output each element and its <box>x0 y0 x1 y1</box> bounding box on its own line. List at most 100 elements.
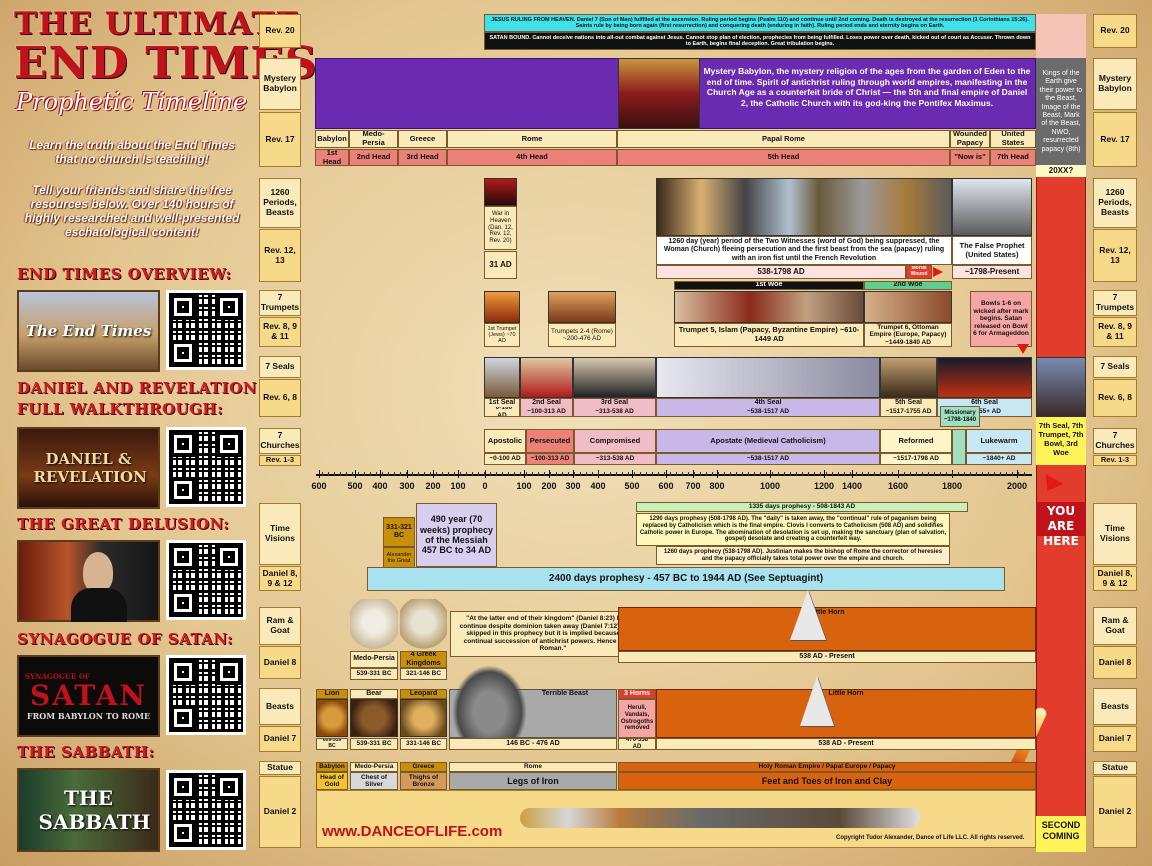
axis-minor-tick <box>892 472 893 476</box>
church-name: Reformed <box>880 429 952 453</box>
axis-minor-tick <box>364 472 365 476</box>
website-text[interactable]: www.DANCEOFLIFE.com <box>322 823 502 840</box>
axis-tick <box>355 470 356 478</box>
ram-medo-years: 539-331 BC <box>350 668 398 680</box>
weeks-490-box: 490 year (70 weeks) prophecy of the Mess… <box>416 503 497 567</box>
rev17-head-cell: 1st Head <box>315 149 349 166</box>
axis-minor-tick <box>976 472 977 476</box>
axis-minor-tick <box>328 472 329 476</box>
qr-code-daniel-revelation[interactable] <box>166 427 246 507</box>
label-seals: 7 Seals <box>259 356 301 378</box>
axis-minor-tick <box>370 472 371 476</box>
axis-minor-tick <box>466 472 467 476</box>
seal-image <box>880 357 937 398</box>
axis-minor-tick <box>496 472 497 476</box>
leopard-label: Leopard <box>400 689 447 699</box>
lion-label: Lion <box>316 689 348 699</box>
axis-minor-tick <box>574 472 575 476</box>
bear-years: 539-331 BC <box>350 738 398 750</box>
axis-minor-tick <box>646 472 647 476</box>
leopard-image <box>400 699 447 737</box>
horns3-label: 3 Horns <box>618 689 656 699</box>
label-dan2-right: Daniel 2 <box>1093 776 1137 848</box>
days-2400-bar: 2400 days prophesy - 457 BC to 1944 AD (… <box>367 567 1005 591</box>
axis-tick-label: 200 <box>541 481 557 491</box>
axis-minor-tick <box>988 472 989 476</box>
mystery-babylon-image <box>618 58 700 129</box>
rev17-head-cell: "Now is" <box>950 149 990 166</box>
church-date: ~1517-1798 AD <box>880 453 952 465</box>
seal-name: 2nd Seal <box>520 398 573 407</box>
portrait-icon <box>83 552 113 592</box>
video-thumbnail-great-delusion[interactable] <box>17 540 160 622</box>
label-dan89: Daniel 8, 9 & 12 <box>259 566 301 591</box>
axis-tick-label: 700 <box>685 481 701 491</box>
false-prophet-image <box>952 178 1032 236</box>
label-rev17: Rev. 17 <box>259 112 301 167</box>
trumpet6-text: Trumpet 6, Ottoman Empire (Europe, Papac… <box>864 323 952 347</box>
trumpet6-image <box>864 291 952 323</box>
missionary-box: Missionary ~1798-1840 <box>940 406 980 427</box>
axis-minor-tick <box>550 472 551 476</box>
statue-babylon: Babylon <box>316 762 348 772</box>
axis-tick <box>632 470 633 478</box>
qr-code-great-delusion[interactable] <box>166 540 246 620</box>
axis-minor-tick <box>826 472 827 476</box>
axis-minor-tick <box>784 472 785 476</box>
statue-rome: Rome <box>449 762 617 772</box>
statue-medo: Medo-Persia <box>350 762 398 772</box>
video-thumbnail-sabbath[interactable]: THE SABBATH <box>17 768 160 852</box>
axis-minor-tick <box>628 472 629 476</box>
axis-minor-tick <box>862 472 863 476</box>
seal-image <box>573 357 656 398</box>
war-in-heaven-box: War in Heaven (Dan. 12, Rev. 12, Rev. 20… <box>484 206 517 250</box>
axis-minor-tick <box>724 472 725 476</box>
beasts-horn-years: 538 AD - Present <box>656 738 1036 750</box>
label-rev20-right: Rev. 20 <box>1093 14 1137 48</box>
second-coming-text: SECOND COMING <box>1041 820 1081 841</box>
seal-image <box>937 357 1032 398</box>
axis-minor-tick <box>880 472 881 476</box>
qr-code-overview[interactable] <box>166 290 246 370</box>
axis-minor-tick <box>706 472 707 476</box>
video-thumbnail-end-times[interactable]: The End Times <box>17 290 160 372</box>
label-rev13-right: Rev. 1-3 <box>1093 455 1137 466</box>
arrow-right-icon <box>933 267 943 277</box>
axis-minor-tick <box>952 472 953 476</box>
qr-code-sabbath[interactable] <box>166 770 246 850</box>
video-thumbnail-daniel-revelation[interactable]: DANIEL & REVELATION <box>17 427 160 509</box>
axis-minor-tick <box>958 472 959 476</box>
axis-tick <box>666 470 667 478</box>
axis-minor-tick <box>856 472 857 476</box>
present-1798: ~1798-Present <box>952 265 1032 279</box>
label-rev89-right: Rev. 8, 9 & 11 <box>1093 317 1137 347</box>
axis-minor-tick <box>898 472 899 476</box>
axis-minor-tick <box>442 472 443 476</box>
axis-tick-label: 0 <box>482 481 488 491</box>
rev17-head-cell: 7th Head <box>990 149 1036 166</box>
statue-greece: Greece <box>400 762 447 772</box>
axis-tick-label: 500 <box>624 481 640 491</box>
axis-minor-tick <box>874 472 875 476</box>
rev20-cyan-bar: JESUS RULING FROM HEAVEN. Daniel 7 (Son … <box>484 14 1036 32</box>
rev17-head-cell: 2nd Head <box>349 149 398 166</box>
axis-minor-tick <box>322 472 323 476</box>
axis-tick-label: 600 <box>658 481 674 491</box>
axis-minor-tick <box>664 472 665 476</box>
axis-minor-tick <box>640 472 641 476</box>
goat-greek-years: 321-146 BC <box>400 668 447 680</box>
red-column-top-cell <box>1036 14 1086 58</box>
axis-minor-tick <box>796 472 797 476</box>
seal-date: ~538-1517 AD <box>656 407 880 417</box>
year-box: 20XX? <box>1036 165 1086 177</box>
video-thumbnail-synagogue[interactable]: SYNAGOGUE OF SATAN FROM BABYLON TO ROME <box>17 655 160 737</box>
seal7-image <box>1036 357 1086 417</box>
ram-horn-years: 538 AD - Present <box>618 651 1036 663</box>
label-trumpets: 7 Trumpets <box>259 290 301 316</box>
seal-date: ~313-538 AD <box>573 407 656 417</box>
axis-minor-tick <box>610 472 611 476</box>
false-prophet-text: The False Prophet (United States) <box>952 236 1032 265</box>
axis-tick-label: 300 <box>565 481 581 491</box>
trumpet24-image <box>548 291 616 323</box>
qr-code-synagogue[interactable] <box>166 655 246 735</box>
